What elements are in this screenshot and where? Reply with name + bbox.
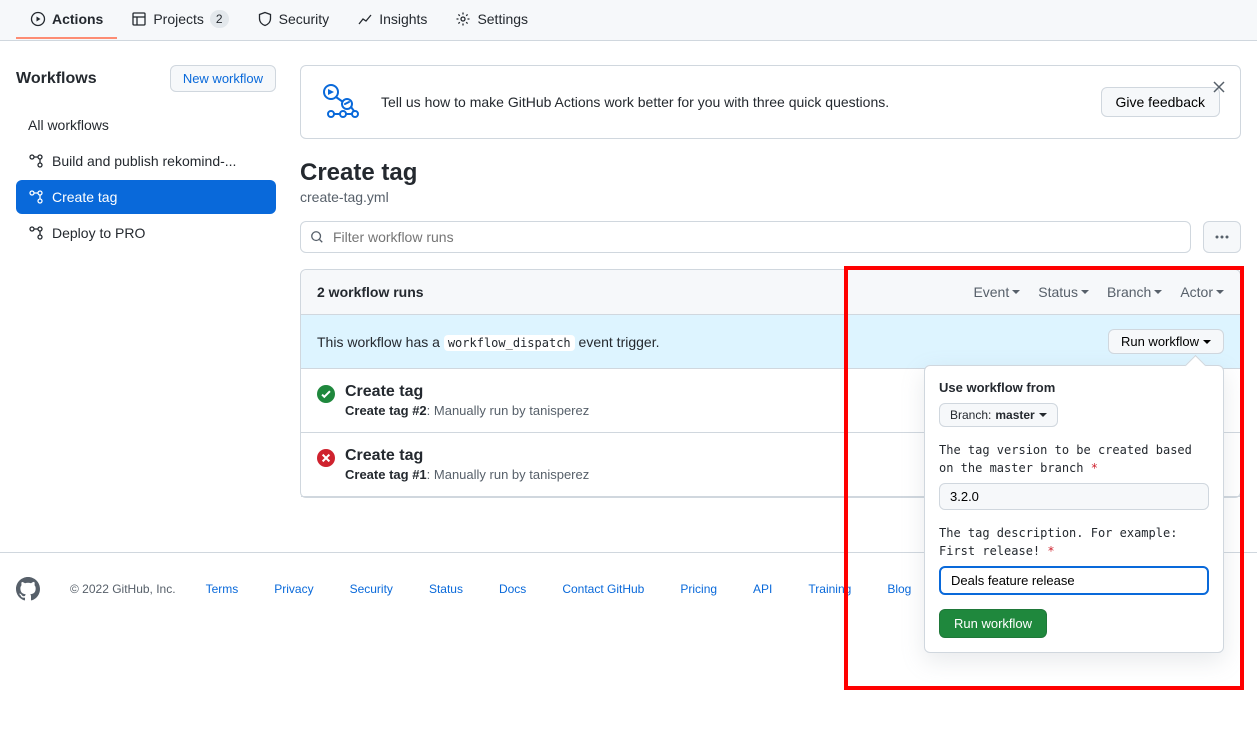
popup-use-from-label: Use workflow from bbox=[939, 380, 1209, 395]
filter-branch[interactable]: Branch bbox=[1107, 284, 1162, 300]
github-logo-icon bbox=[16, 577, 40, 601]
search-icon bbox=[310, 230, 324, 244]
sidebar-item-label: Create tag bbox=[52, 189, 117, 205]
run-subtitle: Create tag #2: Manually run by tanispere… bbox=[345, 403, 589, 418]
failure-icon bbox=[317, 449, 335, 467]
more-options-button[interactable] bbox=[1203, 221, 1241, 253]
footer-link[interactable]: Blog bbox=[887, 582, 911, 596]
footer-link[interactable]: Training bbox=[808, 582, 851, 596]
workflow-icon bbox=[28, 189, 44, 205]
sidebar-item-create-tag[interactable]: Create tag bbox=[16, 180, 276, 214]
run-title: Create tag bbox=[345, 447, 589, 465]
tag-description-input[interactable] bbox=[939, 566, 1209, 595]
actions-logo-icon bbox=[321, 82, 361, 122]
dispatch-code: workflow_dispatch bbox=[444, 335, 575, 351]
tab-label: Actions bbox=[52, 11, 103, 27]
tab-label: Insights bbox=[379, 11, 427, 27]
runs-count: 2 workflow runs bbox=[317, 284, 424, 300]
sidebar-item-deploy[interactable]: Deploy to PRO bbox=[16, 216, 276, 250]
chevron-down-icon bbox=[1081, 290, 1089, 294]
projects-count: 2 bbox=[210, 10, 229, 28]
field2-label: The tag description. For example: First … bbox=[939, 524, 1209, 560]
close-icon bbox=[1212, 80, 1226, 94]
footer-link[interactable]: Docs bbox=[499, 582, 526, 596]
run-subtitle: Create tag #1: Manually run by tanispere… bbox=[345, 467, 589, 482]
chevron-down-icon bbox=[1154, 290, 1162, 294]
workflow-icon bbox=[28, 153, 44, 169]
banner-text: Tell us how to make GitHub Actions work … bbox=[381, 94, 1081, 110]
kebab-icon bbox=[1214, 229, 1230, 245]
required-asterisk: * bbox=[1047, 544, 1054, 558]
shield-icon bbox=[257, 11, 273, 27]
footer-links: Terms Privacy Security Status Docs Conta… bbox=[206, 582, 979, 596]
sidebar-item-label: Deploy to PRO bbox=[52, 225, 145, 241]
page-subtitle: create-tag.yml bbox=[300, 189, 1241, 205]
chevron-down-icon bbox=[1012, 290, 1020, 294]
banner-close-button[interactable] bbox=[1208, 76, 1230, 98]
filter-status[interactable]: Status bbox=[1038, 284, 1089, 300]
footer-link[interactable]: Terms bbox=[206, 582, 239, 596]
chevron-down-icon bbox=[1216, 290, 1224, 294]
tab-label: Settings bbox=[477, 11, 528, 27]
tab-projects[interactable]: Projects 2 bbox=[117, 0, 242, 40]
footer-link[interactable]: Security bbox=[350, 582, 393, 596]
give-feedback-button[interactable]: Give feedback bbox=[1101, 87, 1221, 117]
tab-label: Security bbox=[279, 11, 330, 27]
workflows-sidebar: Workflows New workflow All workflows Bui… bbox=[16, 65, 276, 498]
tab-label: Projects bbox=[153, 11, 204, 27]
branch-select[interactable]: Branch: master bbox=[939, 403, 1058, 427]
tab-settings[interactable]: Settings bbox=[441, 1, 542, 39]
footer-link[interactable]: API bbox=[753, 582, 772, 596]
gear-icon bbox=[455, 11, 471, 27]
run-title: Create tag bbox=[345, 383, 589, 401]
table-icon bbox=[131, 11, 147, 27]
sidebar-item-label: All workflows bbox=[28, 117, 109, 133]
workflow-icon bbox=[28, 225, 44, 241]
footer-link[interactable]: Privacy bbox=[274, 582, 313, 596]
dispatch-text: This workflow has a workflow_dispatch ev… bbox=[317, 334, 659, 350]
tag-version-input[interactable] bbox=[939, 483, 1209, 510]
filter-event[interactable]: Event bbox=[973, 284, 1020, 300]
sidebar-title: Workflows bbox=[16, 70, 97, 88]
required-asterisk: * bbox=[1091, 461, 1098, 475]
filter-actor[interactable]: Actor bbox=[1180, 284, 1224, 300]
branch-value: master bbox=[995, 408, 1034, 422]
footer-copyright: © 2022 GitHub, Inc. bbox=[70, 582, 176, 596]
page-title: Create tag bbox=[300, 159, 1241, 187]
sidebar-item-build[interactable]: Build and publish rekomind-... bbox=[16, 144, 276, 178]
success-icon bbox=[317, 385, 335, 403]
runs-box: 2 workflow runs Event Status Branch Acto… bbox=[300, 269, 1241, 498]
main-content: Tell us how to make GitHub Actions work … bbox=[300, 65, 1241, 498]
field1-label: The tag version to be created based on t… bbox=[939, 441, 1209, 477]
run-workflow-button[interactable]: Run workflow bbox=[1108, 329, 1224, 354]
run-workflow-popup: Use workflow from Branch: master The tag… bbox=[924, 365, 1224, 653]
play-circle-icon bbox=[30, 11, 46, 27]
sidebar-all-workflows[interactable]: All workflows bbox=[16, 108, 276, 142]
chevron-down-icon bbox=[1203, 340, 1211, 344]
footer-link[interactable]: Pricing bbox=[680, 582, 717, 596]
repo-tabs: Actions Projects 2 Security Insights Set… bbox=[0, 0, 1257, 41]
chevron-down-icon bbox=[1039, 413, 1047, 417]
feedback-banner: Tell us how to make GitHub Actions work … bbox=[300, 65, 1241, 139]
footer-link[interactable]: Status bbox=[429, 582, 463, 596]
tab-insights[interactable]: Insights bbox=[343, 1, 441, 39]
graph-icon bbox=[357, 11, 373, 27]
filter-runs-input[interactable] bbox=[300, 221, 1191, 253]
footer-link[interactable]: Contact GitHub bbox=[562, 582, 644, 596]
tab-security[interactable]: Security bbox=[243, 1, 344, 39]
dispatch-row: This workflow has a workflow_dispatch ev… bbox=[301, 315, 1240, 369]
tab-actions[interactable]: Actions bbox=[16, 1, 117, 39]
new-workflow-button[interactable]: New workflow bbox=[170, 65, 276, 92]
sidebar-item-label: Build and publish rekomind-... bbox=[52, 153, 236, 169]
submit-run-workflow-button[interactable]: Run workflow bbox=[939, 609, 1047, 638]
